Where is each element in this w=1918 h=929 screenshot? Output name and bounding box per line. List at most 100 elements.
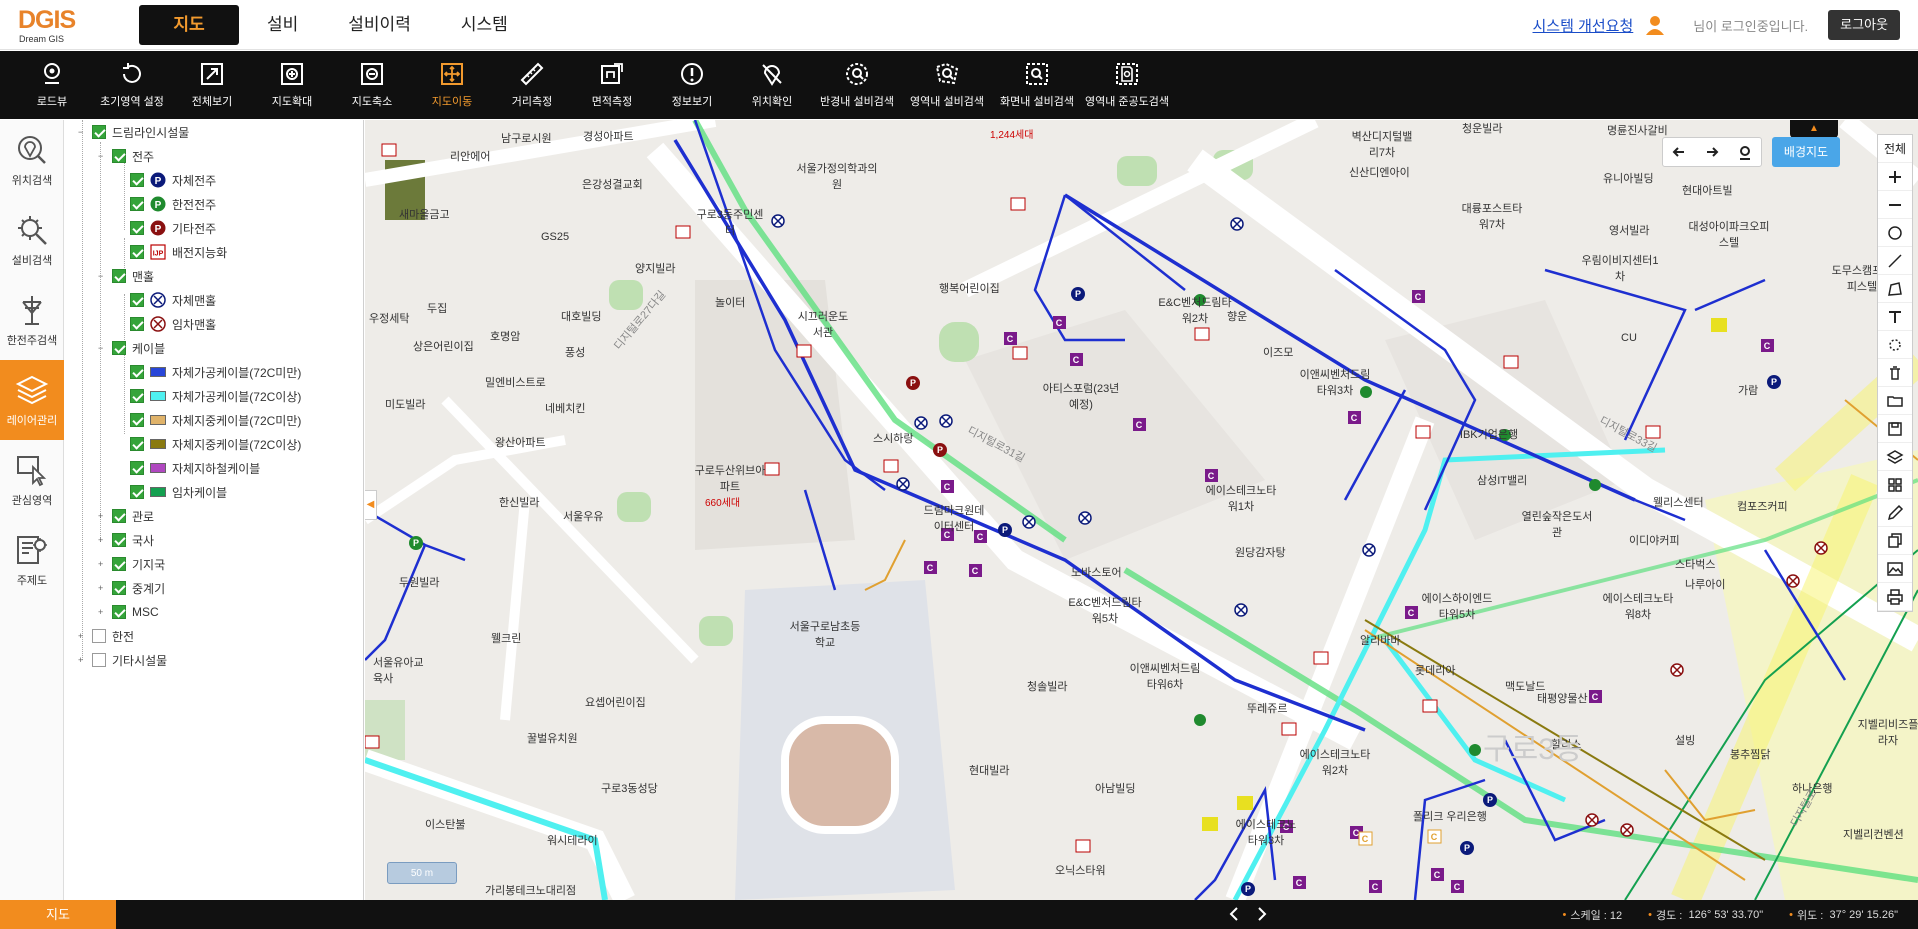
map-top-collapse-handle[interactable]: ▲	[1790, 120, 1838, 138]
layer-toggle-button[interactable]	[1878, 443, 1912, 471]
nav-layer-manage[interactable]: 레이어관리	[0, 360, 64, 440]
draw-circle-button[interactable]	[1878, 219, 1912, 247]
print-button[interactable]	[1878, 583, 1912, 611]
delete-button[interactable]	[1878, 359, 1912, 387]
expand-toggle[interactable]: +	[98, 559, 108, 569]
layer-other-facilities[interactable]: + 기타시설물	[78, 650, 167, 670]
layer-root-dreamline[interactable]: − 드림라인시설물	[78, 122, 189, 142]
layer-cable-aerial-large[interactable]: 자체가공케이블(72C이상)	[130, 386, 301, 406]
next-page-icon[interactable]	[1251, 904, 1271, 924]
layer-checkbox[interactable]	[112, 341, 126, 355]
tool-info[interactable]: 정보보기	[652, 51, 732, 119]
layer-cable-underground-large[interactable]: 자체지중케이블(72C이상)	[130, 434, 301, 454]
expand-toggle[interactable]: +	[78, 631, 88, 641]
layer-checkbox[interactable]	[130, 197, 144, 211]
layer-checkbox[interactable]	[130, 461, 144, 475]
tool-distance[interactable]: 거리측정	[492, 51, 572, 119]
tool-area-search[interactable]: 영역내 설비검색	[902, 51, 992, 119]
background-map-button[interactable]: 배경지도	[1772, 137, 1840, 167]
select-tool-button[interactable]	[1878, 331, 1912, 359]
tool-full-extent[interactable]: 전체보기	[172, 51, 252, 119]
layer-own-pole[interactable]: P 자체전주	[130, 170, 216, 190]
layer-checkbox[interactable]	[112, 605, 126, 619]
expand-toggle[interactable]: +	[98, 607, 108, 617]
tool-zoom-out[interactable]: 지도축소	[332, 51, 412, 119]
collapse-toggle[interactable]: −	[78, 127, 88, 137]
tool-screen-search[interactable]: 화면내 설비검색	[992, 51, 1082, 119]
tool-reset-extent[interactable]: 초기영역 설정	[92, 51, 172, 119]
expand-toggle[interactable]: +	[98, 583, 108, 593]
layer-checkbox[interactable]	[112, 149, 126, 163]
dgis-logo[interactable]: DGIS Dream GIS	[18, 6, 88, 44]
current-location-icon[interactable]	[1736, 143, 1754, 161]
layer-checkbox[interactable]	[112, 509, 126, 523]
layer-msc[interactable]: + MSC	[98, 602, 159, 622]
draw-polygon-button[interactable]	[1878, 275, 1912, 303]
layer-own-manhole[interactable]: 자체맨홀	[130, 290, 216, 310]
collapse-toggle[interactable]: −	[98, 271, 108, 281]
copy-button[interactable]	[1878, 527, 1912, 555]
status-tab-map[interactable]: 지도	[0, 900, 116, 929]
layer-other-pole[interactable]: P 기타전주	[130, 218, 216, 238]
expand-toggle[interactable]: +	[98, 535, 108, 545]
expand-toggle[interactable]: +	[78, 655, 88, 665]
layer-checkbox[interactable]	[112, 269, 126, 283]
layer-group-manholes[interactable]: − 맨홀	[98, 266, 154, 286]
tool-roadview[interactable]: 로드뷰	[12, 51, 92, 119]
measure-button[interactable]	[1878, 499, 1912, 527]
layer-cable-leased[interactable]: 임차케이블	[130, 482, 227, 502]
layer-cable-subway[interactable]: 자체지하철케이블	[130, 458, 260, 478]
nav-interest-area[interactable]: 관심영역	[0, 440, 64, 520]
layer-cable-underground-small[interactable]: 자체지중케이블(72C미만)	[130, 410, 301, 430]
draw-text-button[interactable]	[1878, 303, 1912, 331]
layer-station[interactable]: + 국사	[98, 530, 154, 550]
layer-conduit[interactable]: + 관로	[98, 506, 154, 526]
tool-completion-search[interactable]: 영역내 준공도검색	[1082, 51, 1172, 119]
layer-checkbox[interactable]	[130, 389, 144, 403]
back-arrow-icon[interactable]	[1670, 143, 1688, 161]
layer-checkbox[interactable]	[112, 557, 126, 571]
layer-checkbox[interactable]	[130, 293, 144, 307]
layer-checkbox[interactable]	[92, 629, 106, 643]
layer-checkbox[interactable]	[130, 437, 144, 451]
forward-arrow-icon[interactable]	[1703, 143, 1721, 161]
layer-checkbox[interactable]	[92, 653, 106, 667]
layer-checkbox[interactable]	[130, 485, 144, 499]
user-icon[interactable]	[1645, 15, 1665, 35]
layer-checkbox[interactable]	[130, 317, 144, 331]
grid-button[interactable]	[1878, 471, 1912, 499]
layer-base-station[interactable]: + 기지국	[98, 554, 165, 574]
draw-line-button[interactable]	[1878, 247, 1912, 275]
layer-checkbox[interactable]	[112, 533, 126, 547]
collapse-toggle[interactable]: −	[98, 151, 108, 161]
tool-pan[interactable]: 지도이동	[412, 51, 492, 119]
tree-panel-collapse-handle[interactable]: ◀	[365, 490, 377, 520]
expand-toggle[interactable]: +	[98, 511, 108, 521]
tool-area[interactable]: 면적측정	[572, 51, 652, 119]
layer-checkbox[interactable]	[130, 413, 144, 427]
layer-checkbox[interactable]	[92, 125, 106, 139]
layer-checkbox[interactable]	[130, 365, 144, 379]
tool-location-check[interactable]: 위치확인	[732, 51, 812, 119]
nav-facility-search[interactable]: 설비검색	[0, 200, 64, 280]
zoom-in-button[interactable]	[1878, 163, 1912, 191]
save-button[interactable]	[1878, 415, 1912, 443]
prev-page-icon[interactable]	[1225, 904, 1245, 924]
nav-kepco-pole-search[interactable]: 한전주검색	[0, 280, 64, 360]
layer-group-poles[interactable]: − 전주	[98, 146, 154, 166]
layer-kepco[interactable]: + 한전	[78, 626, 134, 646]
open-button[interactable]	[1878, 387, 1912, 415]
collapse-toggle[interactable]: −	[98, 343, 108, 353]
layer-checkbox[interactable]	[130, 245, 144, 259]
nav-thematic-map[interactable]: 주제도	[0, 520, 64, 600]
nav-system[interactable]: 시스템	[439, 5, 530, 45]
full-map-button[interactable]: 전체	[1878, 135, 1912, 163]
zoom-out-button[interactable]	[1878, 191, 1912, 219]
improve-request-link[interactable]: 시스템 개선요청	[1533, 15, 1634, 36]
nav-map[interactable]: 지도	[139, 5, 239, 45]
logout-button[interactable]: 로그아웃	[1828, 10, 1900, 40]
layer-kepco-pole[interactable]: P 한전전주	[130, 194, 216, 214]
layer-group-cables[interactable]: − 케이블	[98, 338, 165, 358]
nav-facility[interactable]: 설비	[245, 5, 320, 45]
layer-leased-manhole[interactable]: 임차맨홀	[130, 314, 216, 334]
